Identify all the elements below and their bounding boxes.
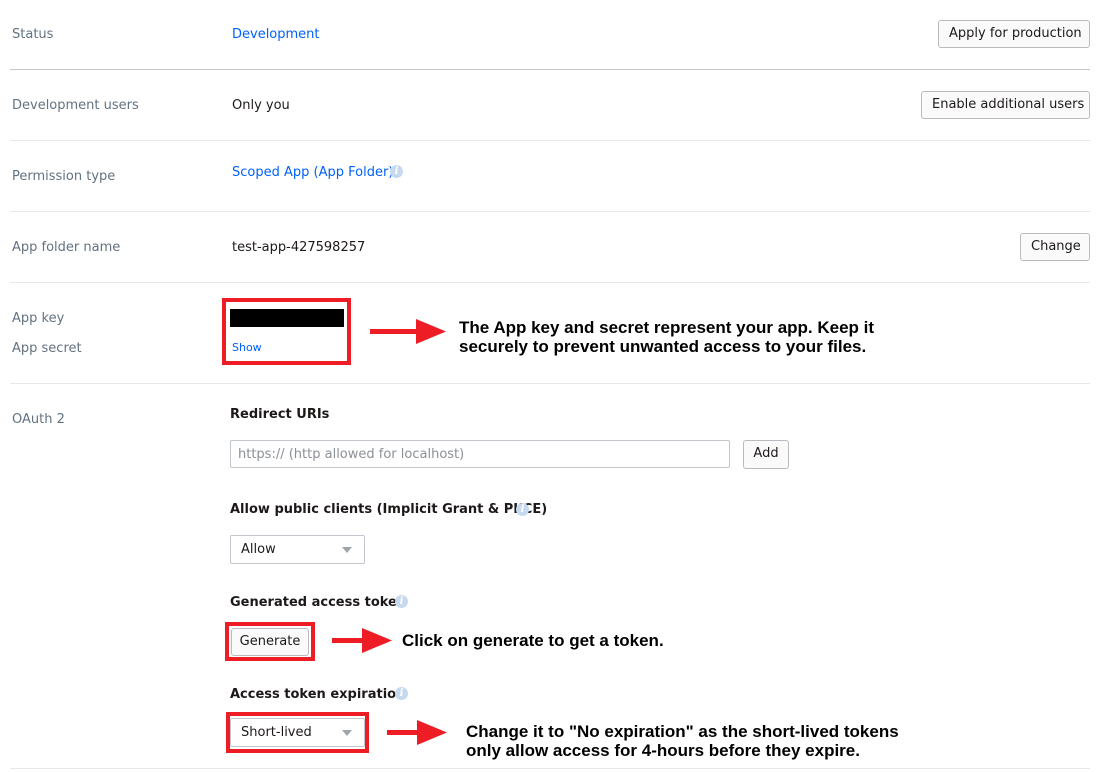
status-value-link[interactable]: Development [232,27,320,42]
info-icon[interactable]: i [395,687,408,700]
public-clients-select[interactable]: Allow [230,535,365,564]
divider [10,69,1090,70]
app-folder-label: App folder name [12,240,121,255]
permission-value-link[interactable]: Scoped App (App Folder) [232,165,393,180]
divider [10,768,1090,769]
highlight-box-generate [225,622,315,661]
arrow-right-icon [332,628,392,653]
keys-annotation-line2: securely to prevent unwanted access to y… [459,337,867,356]
public-clients-value: Allow [241,542,276,557]
enable-users-button[interactable]: Enable additional users [921,91,1090,119]
expiration-annotation-line1: Change it to "No expiration" as the shor… [466,722,899,741]
app-folder-value: test-app-427598257 [232,240,366,255]
divider [10,140,1090,141]
divider [10,282,1090,283]
divider [10,211,1090,212]
oauth-label: OAuth 2 [12,412,65,427]
token-expiration-title: Access token expiration [230,687,406,702]
highlight-box-keys [222,298,351,365]
info-icon[interactable]: i [395,595,408,608]
permission-label: Permission type [12,169,116,184]
chevron-down-icon [342,547,352,553]
arrow-right-icon [387,720,447,745]
redirect-uri-input[interactable] [230,440,730,468]
redirect-uris-title: Redirect URIs [230,407,330,422]
public-clients-title: Allow public clients (Implicit Grant & P… [230,502,548,517]
change-folder-button[interactable]: Change [1020,233,1090,261]
dev-users-label: Development users [12,98,139,113]
arrow-right-icon [370,319,446,344]
keys-annotation-line1: The App key and secret represent your ap… [459,318,875,337]
app-secret-label: App secret [12,341,82,356]
highlight-box-expiration [226,712,369,753]
generate-annotation: Click on generate to get a token. [402,631,664,650]
app-key-label: App key [12,311,65,326]
dev-users-value: Only you [232,98,290,113]
apply-production-button[interactable]: Apply for production [938,20,1090,48]
add-redirect-button[interactable]: Add [743,440,789,469]
divider [10,383,1090,384]
access-token-title: Generated access token [230,595,407,610]
info-icon[interactable]: i [390,165,403,178]
info-icon[interactable]: i [516,503,529,516]
status-label: Status [12,27,54,42]
expiration-annotation-line2: only allow access for 4-hours before the… [466,741,860,760]
